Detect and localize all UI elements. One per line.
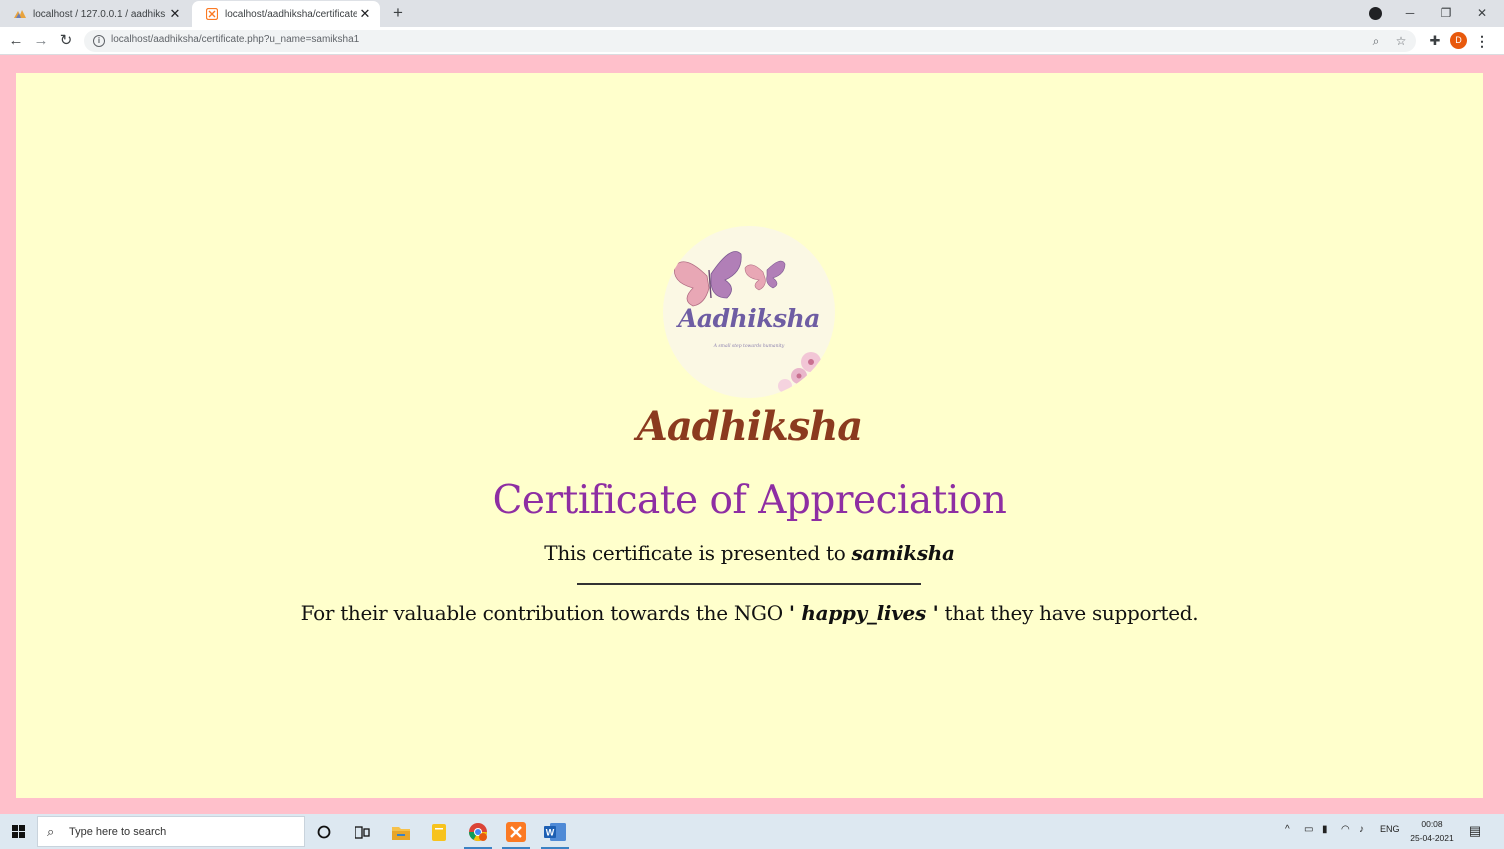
- sticky-notes-icon[interactable]: [421, 818, 457, 846]
- contribution-line: For their valuable contribution towards …: [16, 601, 1483, 625]
- notification-icon[interactable]: ▤: [1466, 822, 1484, 840]
- windows-start-icon[interactable]: [0, 814, 36, 849]
- back-arrow-icon[interactable]: ←: [6, 31, 26, 51]
- word-icon[interactable]: W: [537, 818, 573, 849]
- cortana-icon[interactable]: [306, 818, 342, 846]
- contribution-prefix: For their valuable contribution towards …: [300, 601, 789, 625]
- recipient-name: samiksha: [851, 541, 956, 565]
- certificate-heading: Certificate of Appreciation: [492, 478, 1007, 523]
- bookmark-star-icon[interactable]: ☆: [1393, 33, 1409, 49]
- taskbar-search-box[interactable]: ⌕ Type here to search: [37, 816, 305, 847]
- restore-icon[interactable]: ❐: [1431, 3, 1461, 23]
- file-explorer-icon[interactable]: [383, 818, 419, 846]
- clock-date: 25-04-2021: [1410, 833, 1454, 843]
- chevron-up-icon[interactable]: ^: [1285, 824, 1290, 835]
- minimize-icon[interactable]: ─: [1395, 3, 1425, 23]
- presented-to-line: This certificate is presented to samiksh…: [16, 541, 1483, 565]
- xampp-favicon-icon: [206, 8, 218, 20]
- reload-icon[interactable]: ↻: [56, 31, 76, 51]
- brand-name: Aadhiksha: [636, 403, 863, 450]
- chrome-icon[interactable]: [460, 818, 496, 849]
- address-bar[interactable]: i localhost/aadhiksha/certificate.php?u_…: [84, 30, 1416, 52]
- tab-title: localhost/aadhiksha/certificate.ph: [225, 8, 357, 20]
- close-icon[interactable]: ✕: [358, 7, 372, 21]
- browser-toolbar: ← → ↻ i localhost/aadhiksha/certificate.…: [0, 27, 1504, 55]
- logo-wordmark: Aadhiksha: [677, 304, 821, 333]
- close-icon[interactable]: ✕: [168, 7, 182, 21]
- certificate-panel: Aadhiksha A small step towards humanity …: [16, 73, 1483, 798]
- site-info-icon[interactable]: i: [93, 35, 105, 47]
- forward-arrow-icon[interactable]: →: [31, 31, 51, 51]
- address-url[interactable]: localhost/aadhiksha/certificate.php?u_na…: [111, 34, 359, 45]
- divider-line: [577, 583, 921, 585]
- wifi-icon[interactable]: ◠: [1341, 824, 1350, 835]
- meet-now-icon[interactable]: ▭: [1304, 824, 1313, 835]
- language-indicator[interactable]: ENG: [1380, 824, 1400, 834]
- ngo-name: ' happy_lives ': [788, 601, 939, 625]
- new-tab-button[interactable]: +: [389, 4, 407, 22]
- search-placeholder[interactable]: Type here to search: [69, 826, 166, 838]
- windows-taskbar: ⌕ Type here to search W ^ ▭ ▮ ◠ ♪ ENG 00…: [0, 814, 1504, 849]
- page-viewport: Aadhiksha A small step towards humanity …: [0, 56, 1504, 814]
- tab-title: localhost / 127.0.0.1 / aadhiksha: [33, 8, 165, 20]
- zoom-icon[interactable]: ⌕: [1368, 33, 1384, 49]
- profile-avatar[interactable]: D: [1450, 32, 1467, 49]
- search-icon: ⌕: [47, 824, 55, 839]
- system-clock[interactable]: 00:08 25-04-2021: [1404, 817, 1460, 845]
- tab-phpmyadmin[interactable]: localhost / 127.0.0.1 / aadhiksha ✕: [0, 1, 190, 27]
- close-window-icon[interactable]: ✕: [1467, 3, 1497, 23]
- contribution-suffix: that they have supported.: [938, 601, 1199, 625]
- task-view-icon[interactable]: [344, 818, 380, 846]
- browser-menu-icon[interactable]: ⋮: [1474, 31, 1490, 51]
- logo-tagline: A small step towards humanity: [713, 344, 785, 349]
- battery-icon[interactable]: ▮: [1322, 824, 1328, 835]
- volume-icon[interactable]: ♪: [1359, 824, 1364, 835]
- aadhiksha-logo: Aadhiksha A small step towards humanity: [663, 226, 835, 398]
- svg-text:W: W: [546, 828, 555, 838]
- phpmyadmin-icon: [14, 8, 26, 20]
- browser-tab-bar: localhost / 127.0.0.1 / aadhiksha ✕ loca…: [0, 0, 1504, 27]
- extensions-puzzle-icon[interactable]: ✚: [1425, 31, 1445, 51]
- presented-prefix: This certificate is presented to: [544, 541, 852, 565]
- clock-time: 00:08: [1421, 819, 1443, 829]
- xampp-icon[interactable]: [498, 818, 534, 849]
- tab-certificate[interactable]: localhost/aadhiksha/certificate.ph ✕: [192, 1, 380, 27]
- tab-search-icon[interactable]: [1369, 7, 1382, 20]
